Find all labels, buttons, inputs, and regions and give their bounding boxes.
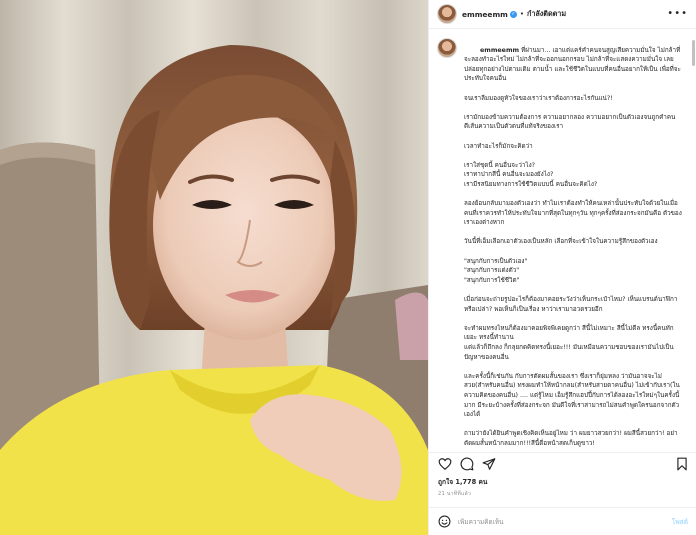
- verified-badge-icon: ✓: [509, 10, 517, 18]
- more-options-icon[interactable]: •••: [667, 8, 688, 19]
- caption-paragraph: เมื่อก่อนจะถ่ายรูปอะไรก็ต้องมาคอยระวังว่…: [464, 296, 678, 313]
- caption-avatar[interactable]: [437, 38, 457, 58]
- caption-paragraph: เวลาทำอะไรก็มักจะคิดว่า: [464, 142, 533, 150]
- caption-paragraph: จนเราลืมมองดูหัวใจของเราว่าเราต้องการอะไ…: [464, 94, 613, 102]
- avatar[interactable]: [437, 4, 457, 24]
- caption-paragraph: ลองย้อนกลับมามองตัวเองว่า ทำไมเราต้องทำใ…: [464, 200, 682, 227]
- separator-dot: •: [519, 10, 524, 18]
- caption-paragraph: และครั้งนี้ก็เช่นกัน กับการตัดผมสั้นของเ…: [464, 372, 680, 419]
- post-header: emmeemm ✓ • กำลังติดตาม •••: [429, 0, 696, 29]
- comment-input[interactable]: [458, 517, 672, 526]
- post-photo[interactable]: [0, 0, 428, 535]
- comment-box: โพสต์: [429, 507, 696, 535]
- caption-paragraph: เรามักมองข้ามความต้องการ ความอยากลอง ควา…: [464, 113, 676, 131]
- caption-area: emmeemm ที่ผ่านมา... เอาแต่แคร์คำคนจนสูญ…: [429, 36, 691, 450]
- comment-icon[interactable]: [460, 457, 474, 471]
- caption-paragraph: "สนุกกับการเป็นตัวเอง" "สนุกกับการแต่งตั…: [464, 257, 528, 284]
- post-panel: emmeemm ✓ • กำลังติดตาม ••• emmeemm ที่ผ…: [428, 0, 696, 535]
- post-timestamp[interactable]: 21 นาทีที่แล้ว: [438, 490, 471, 498]
- action-bar: [429, 452, 696, 474]
- selfie-image: [0, 0, 428, 535]
- share-icon[interactable]: [482, 457, 496, 471]
- caption-scrollbar[interactable]: [692, 40, 695, 66]
- username-link[interactable]: emmeemm: [462, 10, 508, 19]
- post-comment-button[interactable]: โพสต์: [672, 516, 688, 527]
- caption-paragraph: วันนี้ที่เอ็มเลือกเอาตัวเองเป็นหลัก เลือ…: [464, 238, 658, 246]
- caption-text: emmeemm ที่ผ่านมา... เอาแต่แคร์คำคนจนสูญ…: [464, 36, 684, 449]
- heart-icon[interactable]: [438, 457, 452, 471]
- caption-paragraph: เราใส่ชุดนี้ คนอื่นจะว่าไง? เราทาปากสีนี…: [464, 161, 598, 188]
- caption-username[interactable]: emmeemm: [480, 47, 519, 54]
- emoji-icon[interactable]: [438, 515, 451, 528]
- caption-paragraph: ถามว่ายังได้ยินคำพูดเชิงคิดเห็นอยู่ไหม ว…: [464, 430, 678, 447]
- caption-paragraph: จะทำผมทรงไหนก็ต้องมาคอยพิจพิเคยดูกว่า สี…: [464, 324, 674, 361]
- likes-count[interactable]: ถูกใจ 1,778 คน: [438, 476, 487, 487]
- bookmark-icon[interactable]: [675, 457, 689, 471]
- following-button[interactable]: กำลังติดตาม: [527, 9, 566, 20]
